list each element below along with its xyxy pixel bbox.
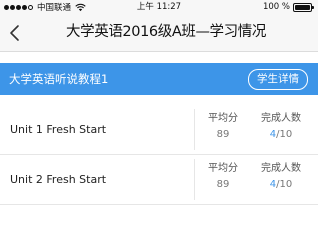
back-button[interactable] [6, 22, 26, 44]
completion-total: /10 [276, 179, 293, 190]
battery-percent: 100 % [262, 2, 290, 12]
unit-list: Unit 1 Fresh Start 平均分 89 完成人数 4/10 Unit… [0, 105, 318, 205]
completion-stat: 完成人数 4/10 [251, 155, 311, 191]
unit-name: Unit 2 Fresh Start [10, 173, 107, 186]
average-score-label: 平均分 [208, 163, 238, 174]
unit-name: Unit 1 Fresh Start [10, 123, 107, 136]
student-detail-button[interactable]: 学生详情 [248, 69, 308, 90]
average-score-stat: 平均分 89 [195, 105, 251, 141]
course-name: 大学英语听说教程1 [9, 72, 109, 86]
average-score-value: 89 [216, 179, 230, 190]
completion-label: 完成人数 [261, 163, 301, 174]
status-right: 100 % [263, 1, 314, 13]
chevron-left-icon [10, 25, 19, 41]
average-score-stat: 平均分 89 [195, 155, 251, 191]
completion-label: 完成人数 [261, 113, 301, 124]
course-header: 大学英语听说教程1 学生详情 [0, 63, 318, 95]
list-item[interactable]: Unit 2 Fresh Start 平均分 89 完成人数 4/10 [0, 155, 318, 205]
average-score-value: 89 [216, 129, 230, 140]
nav-bar: 大学英语2016级A班—学习情况 [0, 14, 318, 52]
status-bar: 中国联通 上午 11:27 100 % [0, 0, 318, 14]
completion-value: 4/10 [251, 129, 311, 141]
completion-stat: 完成人数 4/10 [251, 105, 311, 141]
page-title: 大学英语2016级A班—学习情况 [66, 24, 266, 40]
completion-total: /10 [276, 129, 293, 140]
average-score-label: 平均分 [208, 113, 238, 124]
completion-value: 4/10 [251, 179, 311, 191]
list-item[interactable]: Unit 1 Fresh Start 平均分 89 完成人数 4/10 [0, 105, 318, 155]
battery-icon [293, 2, 314, 12]
